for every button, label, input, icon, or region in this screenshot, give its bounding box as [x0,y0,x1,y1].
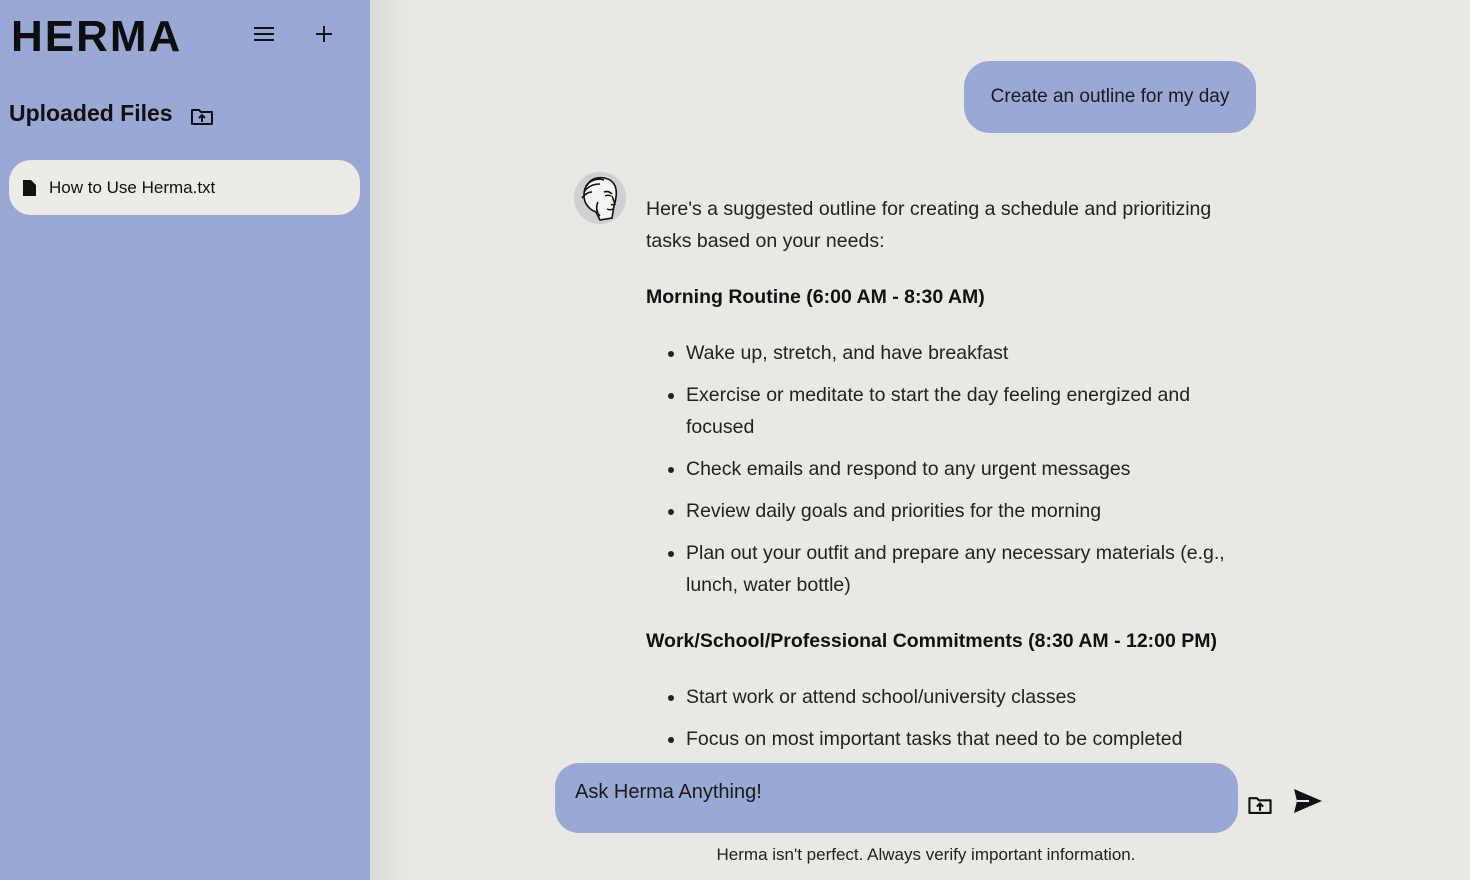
section-heading: Work/School/Professional Commitments (8:… [646,630,1218,652]
send-icon [1294,789,1322,813]
file-icon [23,179,36,196]
chat-input-container [555,763,1238,833]
composer-upload-button[interactable] [1247,792,1273,816]
file-item-label: How to Use Herma.txt [49,177,216,197]
app-logo: HERMA [11,12,183,61]
chat-input[interactable] [575,781,1218,804]
list-item: Exercise or meditate to start the day fe… [686,379,1246,443]
folder-upload-icon [1248,796,1272,814]
list-item: Check emails and respond to any urgent m… [686,453,1246,485]
list-item: Focus on most important tasks that need … [686,723,1246,755]
new-chat-button[interactable] [309,19,339,49]
sidebar: HERMA Uploaded Files How to Use Herma.tx… [0,0,370,880]
folder-upload-icon [191,109,213,125]
uploaded-files-title: Uploaded Files [9,100,173,126]
list-item: Review daily goals and priorities for th… [686,495,1246,527]
menu-button[interactable] [249,19,279,49]
list-item: Plan out your outfit and prepare any nec… [686,537,1246,601]
statue-head-icon [574,172,626,224]
divider-shadow [370,0,410,880]
plus-icon [316,26,332,42]
list-item: Wake up, stretch, and have breakfast [686,337,1246,369]
assistant-avatar [574,172,626,224]
list-item: Start work or attend school/university c… [686,681,1246,713]
hamburger-menu-icon [254,27,274,41]
user-message: Create an outline for my day [964,61,1256,133]
section-list: Wake up, stretch, and have breakfast Exe… [646,337,1246,601]
assistant-response: Here's a suggested outline for creating … [646,193,1246,755]
section-list: Start work or attend school/university c… [646,681,1246,755]
response-intro: Here's a suggested outline for creating … [646,198,1212,252]
section-heading: Morning Routine (6:00 AM - 8:30 AM) [646,286,985,308]
sidebar-upload-button[interactable] [190,105,214,127]
disclaimer-text: Herma isn't perfect. Always verify impor… [716,845,1136,864]
file-item[interactable]: How to Use Herma.txt [9,160,360,215]
send-button[interactable] [1291,786,1325,816]
